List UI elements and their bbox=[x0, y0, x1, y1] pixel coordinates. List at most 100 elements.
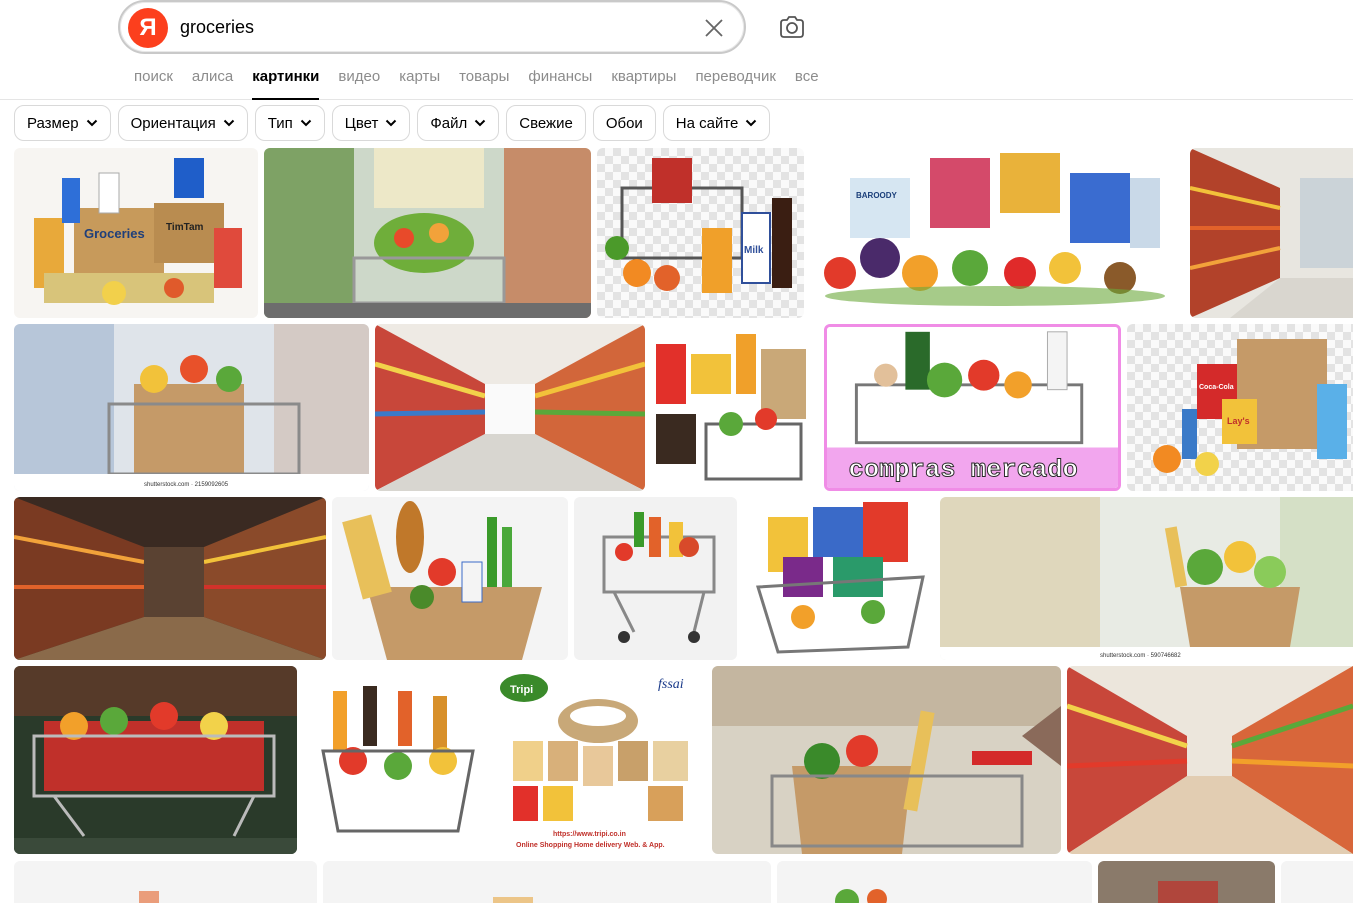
filter-label: Цвет bbox=[344, 114, 379, 132]
partial-image bbox=[1281, 861, 1353, 903]
filter-wallpapers[interactable]: Обои bbox=[592, 105, 656, 141]
cart-with-bag-aisle-image bbox=[712, 666, 1061, 854]
chevron-down-icon bbox=[386, 119, 397, 127]
tab-translator[interactable]: переводчик bbox=[695, 68, 775, 100]
partial-image bbox=[14, 861, 317, 903]
filter-fresh[interactable]: Свежие bbox=[506, 105, 586, 141]
filter-label: Размер bbox=[27, 114, 79, 132]
tripi-url-text: https://www.tripi.co.in bbox=[553, 831, 626, 838]
dark-store-interior-image bbox=[14, 497, 326, 660]
image-result[interactable] bbox=[1067, 666, 1353, 854]
fssai-text: fssai bbox=[658, 677, 684, 692]
image-result[interactable]: Coca-Cola Lay's bbox=[1127, 324, 1353, 491]
paper-bag-groceries-image bbox=[332, 497, 568, 660]
full-cart-dark-image bbox=[14, 666, 297, 854]
baroody-text: BAROODY bbox=[856, 191, 898, 200]
tripi-brand-text: Tripi bbox=[510, 684, 533, 696]
compras-caption-text: compras mercado bbox=[849, 456, 1078, 485]
image-result[interactable]: BAROODY bbox=[810, 148, 1184, 318]
yandex-logo[interactable]: Я bbox=[128, 8, 168, 48]
image-result[interactable] bbox=[14, 497, 326, 660]
groceries-box-image: Groceries TimTam bbox=[14, 148, 258, 318]
supermarket-aisle-image bbox=[1190, 148, 1353, 318]
filter-bar: Размер Ориентация Тип Цвет Файл Свежие О… bbox=[14, 105, 771, 141]
filter-size[interactable]: Размер bbox=[14, 105, 111, 141]
header: Я поиск алиса картинки видео карты товар… bbox=[0, 0, 1353, 100]
bag-with-snacks-image: Coca-Cola Lay's bbox=[1127, 324, 1353, 491]
tab-realty[interactable]: квартиры bbox=[611, 68, 676, 100]
filter-label: Файл bbox=[430, 114, 468, 132]
watermark-text: shutterstock.com · 2159092605 bbox=[144, 482, 229, 488]
tab-search[interactable]: поиск bbox=[134, 68, 173, 100]
image-result[interactable] bbox=[712, 666, 1061, 854]
chevron-down-icon bbox=[223, 119, 234, 127]
search-input[interactable] bbox=[180, 17, 660, 38]
partial-image bbox=[1098, 861, 1275, 903]
image-result[interactable] bbox=[323, 861, 771, 903]
camera-search-icon[interactable] bbox=[778, 14, 806, 40]
chevron-down-icon bbox=[86, 119, 97, 127]
filter-label: Свежие bbox=[519, 114, 573, 132]
image-result[interactable]: compras mercado bbox=[824, 324, 1121, 491]
image-result[interactable] bbox=[332, 497, 568, 660]
tripi-tagline-text: Online Shopping Home delivery Web. & App… bbox=[516, 842, 665, 849]
coca-cola-text: Coca-Cola bbox=[1199, 384, 1234, 391]
tab-maps[interactable]: карты bbox=[399, 68, 440, 100]
tab-images[interactable]: картинки bbox=[252, 68, 320, 100]
tab-finance[interactable]: финансы bbox=[528, 68, 592, 100]
filter-type[interactable]: Тип bbox=[254, 105, 325, 141]
chevron-down-icon bbox=[746, 119, 757, 127]
image-result[interactable] bbox=[743, 497, 934, 660]
image-result[interactable]: Tripi fssai https://www.tripi.co.in Onli… bbox=[498, 666, 706, 854]
watermark-text: shutterstock.com · 590746682 bbox=[1100, 653, 1181, 659]
image-result[interactable] bbox=[574, 497, 737, 660]
chevron-down-icon bbox=[475, 119, 486, 127]
long-aisle-image bbox=[1067, 666, 1353, 854]
image-result[interactable]: Milk bbox=[597, 148, 804, 318]
filter-label: Ориентация bbox=[130, 114, 216, 132]
search-box[interactable]: Я bbox=[118, 0, 746, 54]
cart-with-milk-image: Milk bbox=[597, 148, 804, 318]
filter-label: Тип bbox=[267, 114, 293, 132]
chevron-down-icon bbox=[300, 119, 311, 127]
service-tabs: поиск алиса картинки видео карты товары … bbox=[134, 68, 838, 100]
compras-mercado-image: compras mercado bbox=[827, 327, 1118, 488]
small-cart-image bbox=[574, 497, 737, 660]
image-result[interactable]: shutterstock.com · 2159092605 bbox=[14, 324, 369, 491]
image-result[interactable] bbox=[1098, 861, 1275, 903]
image-grid: Groceries TimTam Milk BAROODY shuttersto… bbox=[0, 148, 1353, 903]
image-result[interactable] bbox=[1281, 861, 1353, 903]
filter-label: Обои bbox=[605, 114, 643, 132]
filter-color[interactable]: Цвет bbox=[331, 105, 411, 141]
image-result[interactable] bbox=[14, 861, 317, 903]
image-result[interactable] bbox=[777, 861, 1092, 903]
image-result[interactable] bbox=[14, 666, 297, 854]
basket-with-packages-image bbox=[651, 324, 818, 491]
filter-file[interactable]: Файл bbox=[417, 105, 500, 141]
basket-of-groceries-image bbox=[743, 497, 934, 660]
tab-all[interactable]: все bbox=[795, 68, 819, 100]
filter-on-site[interactable]: На сайте bbox=[662, 105, 771, 141]
bag-in-aisle-image: shutterstock.com · 590746682 bbox=[940, 497, 1353, 660]
store-aisle-perspective-image bbox=[375, 324, 645, 491]
image-result[interactable]: shutterstock.com · 590746682 bbox=[940, 497, 1353, 660]
milk-label-text: Milk bbox=[744, 245, 764, 256]
produce-and-packages-image: BAROODY bbox=[810, 148, 1184, 318]
image-result[interactable] bbox=[303, 666, 492, 854]
close-icon[interactable] bbox=[702, 16, 726, 40]
image-result[interactable] bbox=[1190, 148, 1353, 318]
image-result[interactable] bbox=[375, 324, 645, 491]
tab-products[interactable]: товары bbox=[459, 68, 509, 100]
filter-orientation[interactable]: Ориентация bbox=[117, 105, 248, 141]
wire-basket-image bbox=[303, 666, 492, 854]
image-result[interactable]: Groceries TimTam bbox=[14, 148, 258, 318]
timtam-text: TimTam bbox=[166, 222, 204, 233]
cart-with-paper-bag-image: shutterstock.com · 2159092605 bbox=[14, 324, 369, 491]
cart-in-blurred-aisle-image bbox=[264, 148, 591, 318]
tab-video[interactable]: видео bbox=[338, 68, 380, 100]
image-result[interactable] bbox=[264, 148, 591, 318]
partial-image bbox=[323, 861, 771, 903]
filter-label: На сайте bbox=[675, 114, 739, 132]
image-result[interactable] bbox=[651, 324, 818, 491]
tab-alice[interactable]: алиса bbox=[192, 68, 233, 100]
